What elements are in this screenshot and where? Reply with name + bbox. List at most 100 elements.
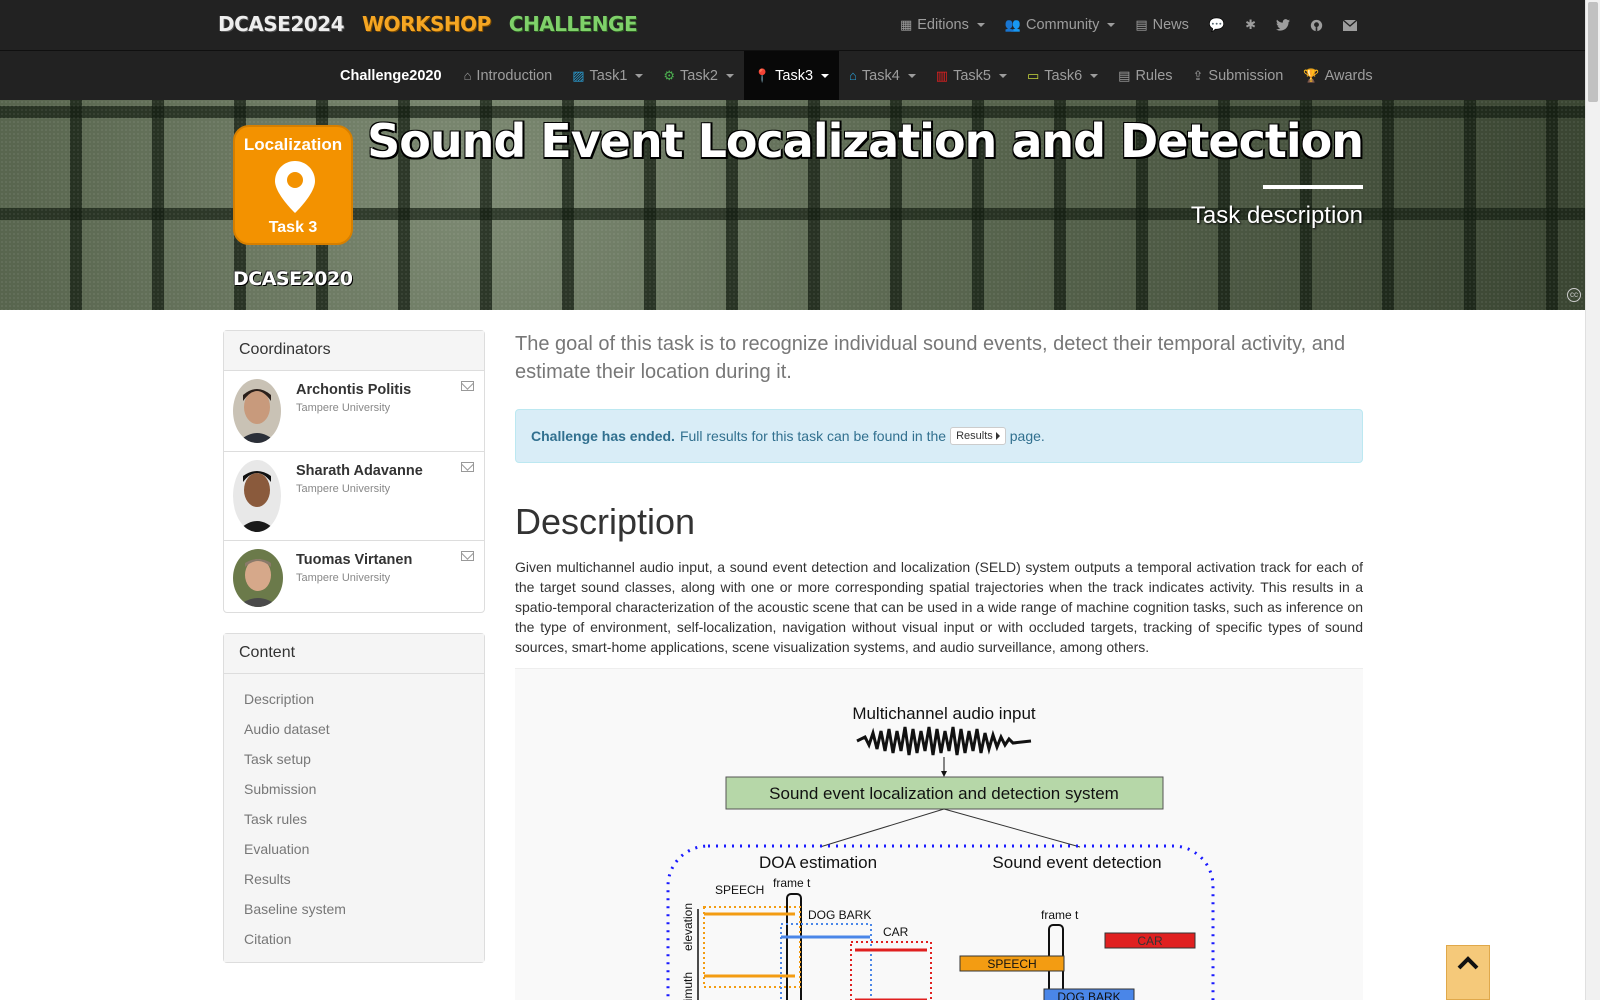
- comments-icon: 💬: [1208, 17, 1226, 32]
- page-title: Sound Event Localization and Detection: [367, 114, 1364, 168]
- content-panel: Content Description Audio dataset Task s…: [223, 633, 485, 963]
- tab-task2[interactable]: ⚙ Task2: [653, 51, 744, 100]
- nav-forum[interactable]: 💬: [1199, 0, 1235, 50]
- avatar: [233, 460, 281, 532]
- page-scrollbar[interactable]: [1585, 0, 1600, 1000]
- task-badge-category: Localization: [243, 135, 343, 154]
- nav-contact[interactable]: [1333, 0, 1367, 50]
- trophy-icon: 🏆: [1303, 67, 1320, 83]
- tab-submission[interactable]: ⇪ Submission: [1183, 51, 1294, 100]
- back-to-top-button[interactable]: [1446, 945, 1490, 1000]
- tab-rules-label: Rules: [1135, 67, 1173, 84]
- nav-community[interactable]: 👥 Community: [995, 0, 1126, 50]
- content-link-results[interactable]: Results: [224, 864, 484, 894]
- doa-class-car: CAR: [883, 925, 909, 939]
- content-link-citation[interactable]: Citation: [224, 924, 484, 954]
- tab-submission-label: Submission: [1208, 67, 1284, 84]
- alert-tail: page.: [1009, 428, 1045, 444]
- newspaper-icon: ▤: [1135, 17, 1148, 32]
- slack-icon: ✱: [1245, 17, 1256, 32]
- challenge2020-link[interactable]: Challenge2020: [330, 51, 454, 100]
- workshop-logo[interactable]: WORKSHOP: [362, 12, 491, 36]
- nav-slack[interactable]: ✱: [1235, 0, 1266, 50]
- results-button-label: Results: [956, 430, 993, 442]
- nav-news[interactable]: ▤ News: [1125, 0, 1199, 50]
- image-icon: ▨: [572, 67, 585, 83]
- sed-class-dog-bark: DOG BARK: [1057, 990, 1120, 1000]
- doa-class-dog-bark: DOG BARK: [808, 908, 871, 922]
- results-button[interactable]: Results: [950, 427, 1006, 445]
- sed-class-speech: SPEECH: [987, 957, 1036, 971]
- alert-strong: Challenge has ended.: [531, 428, 675, 444]
- tab-task6[interactable]: ▭ Task6: [1017, 51, 1108, 100]
- creative-commons-icon[interactable]: cc: [1567, 288, 1581, 302]
- nav-community-label: Community: [1026, 17, 1100, 33]
- task-badge: Localization Task 3: [233, 125, 353, 245]
- tab-task3[interactable]: 📍 Task3: [743, 51, 840, 100]
- description-heading: Description: [515, 501, 696, 542]
- scrollbar-thumb[interactable]: [1588, 2, 1598, 102]
- coordinators-heading: Coordinators: [224, 331, 484, 371]
- tab-introduction-label: Introduction: [476, 67, 553, 84]
- coordinator-card: Sharath Adavanne Tampere University: [224, 452, 484, 541]
- map-marker-icon: 📍: [753, 67, 771, 83]
- system-label: Sound event localization and detection s…: [769, 784, 1119, 803]
- envelope-icon[interactable]: [461, 551, 474, 561]
- coordinator-card: Tuomas Virtanen Tampere University: [224, 541, 484, 612]
- calendar-icon: ▦: [899, 17, 913, 32]
- tab-awards[interactable]: 🏆 Awards: [1293, 51, 1382, 100]
- coordinator-affiliation: Tampere University: [296, 572, 391, 584]
- tab-task4-label: Task4: [861, 67, 900, 84]
- tab-task1-label: Task1: [589, 67, 628, 84]
- challenge-logo[interactable]: CHALLENGE: [509, 12, 638, 36]
- tab-task1[interactable]: ▨ Task1: [562, 51, 653, 100]
- nav-editions[interactable]: ▦ Editions: [890, 0, 995, 50]
- content-link-task-rules[interactable]: Task rules: [224, 804, 484, 834]
- doa-frame-label: frame t: [773, 876, 811, 890]
- brand-logos: DCASE2024 WORKSHOP CHALLENGE: [218, 12, 638, 36]
- seld-diagram: Multichannel audio input Sound event loc…: [515, 668, 1363, 1000]
- tab-rules[interactable]: ▤ Rules: [1108, 51, 1182, 100]
- envelope-icon[interactable]: [461, 381, 474, 391]
- home-icon: ⌂: [463, 68, 472, 83]
- nav-github[interactable]: [1300, 0, 1333, 50]
- envelope-icon[interactable]: [461, 462, 474, 472]
- doa-label: DOA estimation: [759, 853, 877, 872]
- doa-frame-marker: [786, 893, 802, 1000]
- coordinator-affiliation: Tampere University: [296, 483, 391, 495]
- content-link-submission[interactable]: Submission: [224, 774, 484, 804]
- caret-down-icon: [1090, 73, 1099, 78]
- avatar: [233, 549, 283, 607]
- content-list: Description Audio dataset Task setup Sub…: [224, 674, 484, 962]
- input-label: Multichannel audio input: [852, 704, 1036, 723]
- map-pin-icon: [275, 161, 315, 213]
- caret-down-icon: [635, 73, 644, 78]
- caret-down-icon: [998, 73, 1007, 78]
- chevron-up-icon: [1457, 956, 1479, 970]
- caret-right-icon: [995, 432, 1000, 440]
- content-link-evaluation[interactable]: Evaluation: [224, 834, 484, 864]
- coordinators-panel: Coordinators Archontis Politis Tampere U…: [223, 330, 485, 613]
- top-nav: ▦ Editions 👥 Community ▤ News 💬 ✱: [890, 0, 1367, 50]
- task-lead: The goal of this task is to recognize in…: [515, 333, 1346, 383]
- industry-icon: ▥: [935, 67, 949, 83]
- elevation-axis-label: elevation: [681, 903, 695, 951]
- nav-twitter[interactable]: [1266, 0, 1300, 50]
- content-link-task-setup[interactable]: Task setup: [224, 744, 484, 774]
- users-icon: 👥: [1004, 17, 1022, 32]
- tab-introduction[interactable]: ⌂ Introduction: [454, 51, 563, 100]
- sed-label: Sound event detection: [992, 853, 1161, 872]
- tab-task5-label: Task5: [953, 67, 991, 84]
- task-badge-number: Task 3: [268, 219, 318, 236]
- content-link-description[interactable]: Description: [224, 684, 484, 714]
- dcase2024-logo[interactable]: DCASE2024: [218, 12, 345, 36]
- dcase2020-logo: DCASE2020: [233, 268, 353, 290]
- waveform: [856, 726, 1032, 756]
- coordinator-affiliation: Tampere University: [296, 402, 391, 414]
- caret-down-icon: [976, 23, 985, 27]
- content-link-audio-dataset[interactable]: Audio dataset: [224, 714, 484, 744]
- content-link-baseline-system[interactable]: Baseline system: [224, 894, 484, 924]
- avatar: [233, 379, 281, 443]
- tab-task5[interactable]: ▥ Task5: [926, 51, 1017, 100]
- tab-task4[interactable]: ⌂ Task4: [839, 51, 926, 100]
